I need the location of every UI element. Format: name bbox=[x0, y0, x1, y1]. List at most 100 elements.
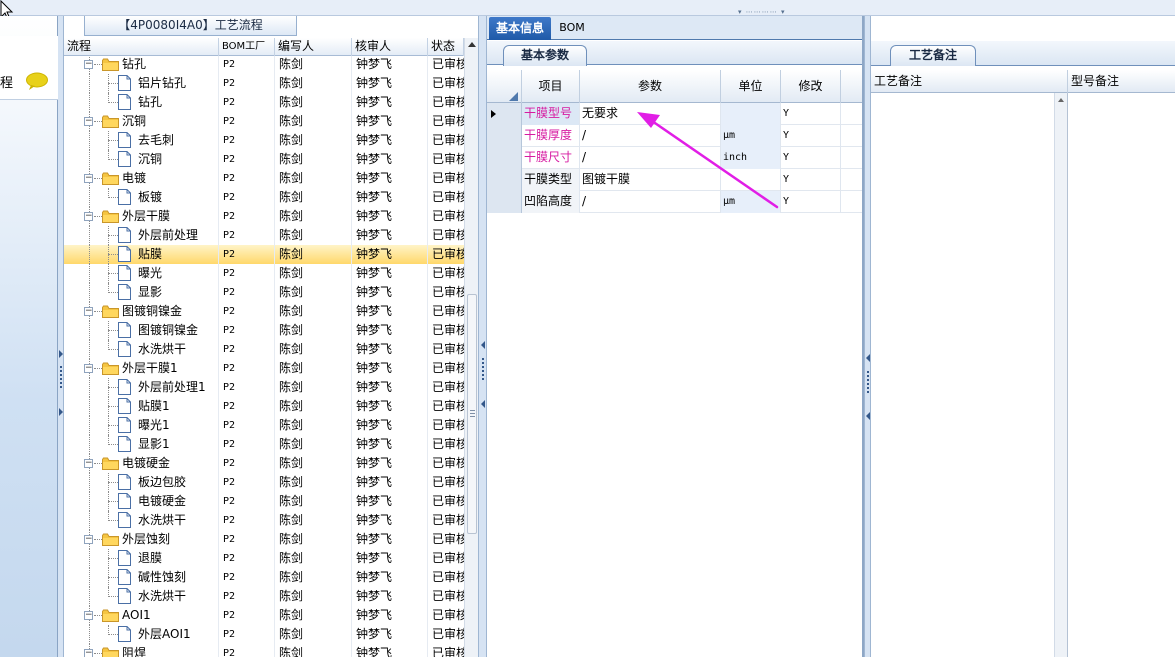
tree-row[interactable]: − 图镀铜镍金 P2 陈剑 钟梦飞 已审核 bbox=[64, 302, 464, 321]
tree-expander-icon[interactable]: − bbox=[84, 212, 93, 221]
grid-cell-unit[interactable] bbox=[721, 169, 781, 191]
tree-row[interactable]: 外层AOI1 P2 陈剑 钟梦飞 已审核 bbox=[64, 625, 464, 644]
tree-row[interactable]: 水洗烘干 P2 陈剑 钟梦飞 已审核 bbox=[64, 340, 464, 359]
tree-row[interactable]: 板镀 P2 陈剑 钟梦飞 已审核 bbox=[64, 188, 464, 207]
tree-expander-icon[interactable]: − bbox=[84, 459, 93, 468]
tree-node[interactable]: 显影1 bbox=[64, 435, 219, 454]
tree-expander-icon[interactable]: − bbox=[84, 174, 93, 183]
grid-row[interactable]: 凹陷高度 / μm Y bbox=[487, 191, 862, 213]
row-indicator[interactable] bbox=[487, 191, 522, 213]
tree-node[interactable]: 曝光 bbox=[64, 264, 219, 283]
scroll-up-arrow-icon[interactable] bbox=[468, 42, 476, 47]
grid-cell-modify[interactable]: Y bbox=[781, 103, 841, 125]
tree-row[interactable]: 外层前处理1 P2 陈剑 钟梦飞 已审核 bbox=[64, 378, 464, 397]
grid-row[interactable]: 干膜型号 无要求 Y bbox=[487, 103, 862, 125]
grid-cell-param[interactable]: 图镀干膜 bbox=[580, 169, 721, 191]
collapse-arrow-icon[interactable] bbox=[866, 354, 870, 362]
tree-row[interactable]: − 电镀硬金 P2 陈剑 钟梦飞 已审核 bbox=[64, 454, 464, 473]
grid-row[interactable]: 干膜类型 图镀干膜 Y bbox=[487, 169, 862, 191]
tree-node[interactable]: 贴膜1 bbox=[64, 397, 219, 416]
tree-node[interactable]: 图镀铜镍金 bbox=[64, 321, 219, 340]
tree-row[interactable]: 贴膜 P2 陈剑 钟梦飞 已审核 bbox=[64, 245, 464, 264]
tree-row[interactable]: 碱性蚀刻 P2 陈剑 钟梦飞 已审核 bbox=[64, 568, 464, 587]
tree-node[interactable]: 去毛刺 bbox=[64, 131, 219, 150]
tree-row[interactable]: 钻孔 P2 陈剑 钟梦飞 已审核 bbox=[64, 93, 464, 112]
tree-row[interactable]: 铝片钻孔 P2 陈剑 钟梦飞 已审核 bbox=[64, 74, 464, 93]
grid-cell-unit[interactable]: μm bbox=[721, 191, 781, 213]
tree-node[interactable]: 显影 bbox=[64, 283, 219, 302]
tree-node[interactable]: − 阻焊 bbox=[64, 644, 219, 657]
tree-expander-icon[interactable]: − bbox=[84, 364, 93, 373]
column-header-flow[interactable]: 流程 bbox=[64, 38, 219, 56]
tree-node[interactable]: − 沉铜 bbox=[64, 112, 219, 131]
tree-row[interactable]: 曝光 P2 陈剑 钟梦飞 已审核 bbox=[64, 264, 464, 283]
collapse-arrow-icon[interactable] bbox=[59, 408, 63, 416]
tree-expander-icon[interactable]: − bbox=[84, 535, 93, 544]
tree-row[interactable]: − 阻焊 P2 陈剑 钟梦飞 已审核 bbox=[64, 644, 464, 657]
column-header-model-remarks[interactable]: 型号备注 bbox=[1068, 70, 1175, 93]
grid-cell-item[interactable]: 干膜类型 bbox=[522, 169, 580, 191]
tree-node[interactable]: − 图镀铜镍金 bbox=[64, 302, 219, 321]
tab-basic-info[interactable]: 基本信息 bbox=[489, 17, 551, 40]
column-header-writer[interactable]: 编写人 bbox=[275, 38, 352, 56]
scrollbar-thumb[interactable] bbox=[467, 294, 477, 534]
tree-node[interactable]: 板边包胶 bbox=[64, 473, 219, 492]
tree-node[interactable]: 退膜 bbox=[64, 549, 219, 568]
tree-node[interactable]: − 外层干膜 bbox=[64, 207, 219, 226]
tree-node[interactable]: − 外层干膜1 bbox=[64, 359, 219, 378]
tree-node[interactable]: 铝片钻孔 bbox=[64, 74, 219, 93]
tree-node[interactable]: 沉铜 bbox=[64, 150, 219, 169]
process-remarks-textarea[interactable] bbox=[871, 93, 1054, 657]
column-header-modify[interactable]: 修改 bbox=[781, 70, 841, 103]
tree-node[interactable]: 曝光1 bbox=[64, 416, 219, 435]
tree-node[interactable]: 外层前处理 bbox=[64, 226, 219, 245]
tree-row[interactable]: − 外层干膜1 P2 陈剑 钟梦飞 已审核 bbox=[64, 359, 464, 378]
grid-cell-modify[interactable]: Y bbox=[781, 191, 841, 213]
tree-node[interactable]: 板镀 bbox=[64, 188, 219, 207]
tree-node[interactable]: 水洗烘干 bbox=[64, 511, 219, 530]
tree-row[interactable]: − 沉铜 P2 陈剑 钟梦飞 已审核 bbox=[64, 112, 464, 131]
tree-node[interactable]: 碱性蚀刻 bbox=[64, 568, 219, 587]
tree-row[interactable]: 贴膜1 P2 陈剑 钟梦飞 已审核 bbox=[64, 397, 464, 416]
tree-row[interactable]: 曝光1 P2 陈剑 钟梦飞 已审核 bbox=[64, 416, 464, 435]
row-indicator[interactable] bbox=[487, 169, 522, 191]
grid-row[interactable]: 干膜厚度 / μm Y bbox=[487, 125, 862, 147]
tab-bom[interactable]: BOM bbox=[555, 17, 589, 40]
tree-row[interactable]: 板边包胶 P2 陈剑 钟梦飞 已审核 bbox=[64, 473, 464, 492]
grid-cell-modify[interactable]: Y bbox=[781, 125, 841, 147]
remarks-vertical-scrollbar[interactable] bbox=[1054, 93, 1068, 657]
tree-node[interactable]: 贴膜 bbox=[64, 245, 219, 264]
grid-cell-param[interactable]: / bbox=[580, 191, 721, 213]
tree-row[interactable]: − AOI1 P2 陈剑 钟梦飞 已审核 bbox=[64, 606, 464, 625]
collapse-arrow-icon[interactable] bbox=[481, 341, 485, 349]
tree-node[interactable]: 钻孔 bbox=[64, 93, 219, 112]
tree-node[interactable]: 外层前处理1 bbox=[64, 378, 219, 397]
grid-cell-item[interactable]: 干膜尺寸 bbox=[522, 147, 580, 169]
column-header-unit[interactable]: 单位 bbox=[721, 70, 781, 103]
tree-row[interactable]: − 钻孔 P2 陈剑 钟梦飞 已审核 bbox=[64, 56, 464, 74]
tree-node[interactable]: − 电镀硬金 bbox=[64, 454, 219, 473]
grid-cell-item[interactable]: 凹陷高度 bbox=[522, 191, 580, 213]
tree-vertical-scrollbar[interactable] bbox=[464, 38, 478, 657]
column-header-status[interactable]: 状态 bbox=[428, 38, 464, 56]
tree-node[interactable]: − AOI1 bbox=[64, 606, 219, 625]
grid-cell-item[interactable]: 干膜型号 bbox=[522, 103, 580, 125]
grid-cell-modify[interactable]: Y bbox=[781, 147, 841, 169]
grid-row[interactable]: 干膜尺寸 / inch Y bbox=[487, 147, 862, 169]
tree-node[interactable]: 水洗烘干 bbox=[64, 587, 219, 606]
tree-node[interactable]: 水洗烘干 bbox=[64, 340, 219, 359]
column-header-param[interactable]: 参数 bbox=[580, 70, 721, 103]
row-indicator[interactable] bbox=[487, 103, 522, 125]
collapse-arrow-icon[interactable] bbox=[481, 400, 485, 408]
tree-row[interactable]: − 外层干膜 P2 陈剑 钟梦飞 已审核 bbox=[64, 207, 464, 226]
tab-process-remarks[interactable]: 工艺备注 bbox=[890, 45, 976, 66]
grid-cell-param[interactable]: / bbox=[580, 125, 721, 147]
grid-cell-modify[interactable]: Y bbox=[781, 169, 841, 191]
tree-row[interactable]: 退膜 P2 陈剑 钟梦飞 已审核 bbox=[64, 549, 464, 568]
tree-row[interactable]: 电镀硬金 P2 陈剑 钟梦飞 已审核 bbox=[64, 492, 464, 511]
tree-row[interactable]: 水洗烘干 P2 陈剑 钟梦飞 已审核 bbox=[64, 511, 464, 530]
tree-row[interactable]: 水洗烘干 P2 陈剑 钟梦飞 已审核 bbox=[64, 587, 464, 606]
right-splitter[interactable] bbox=[864, 16, 871, 657]
column-header-bom-factory[interactable]: BOM工厂 bbox=[219, 38, 275, 56]
tree-node[interactable]: − 外层蚀刻 bbox=[64, 530, 219, 549]
